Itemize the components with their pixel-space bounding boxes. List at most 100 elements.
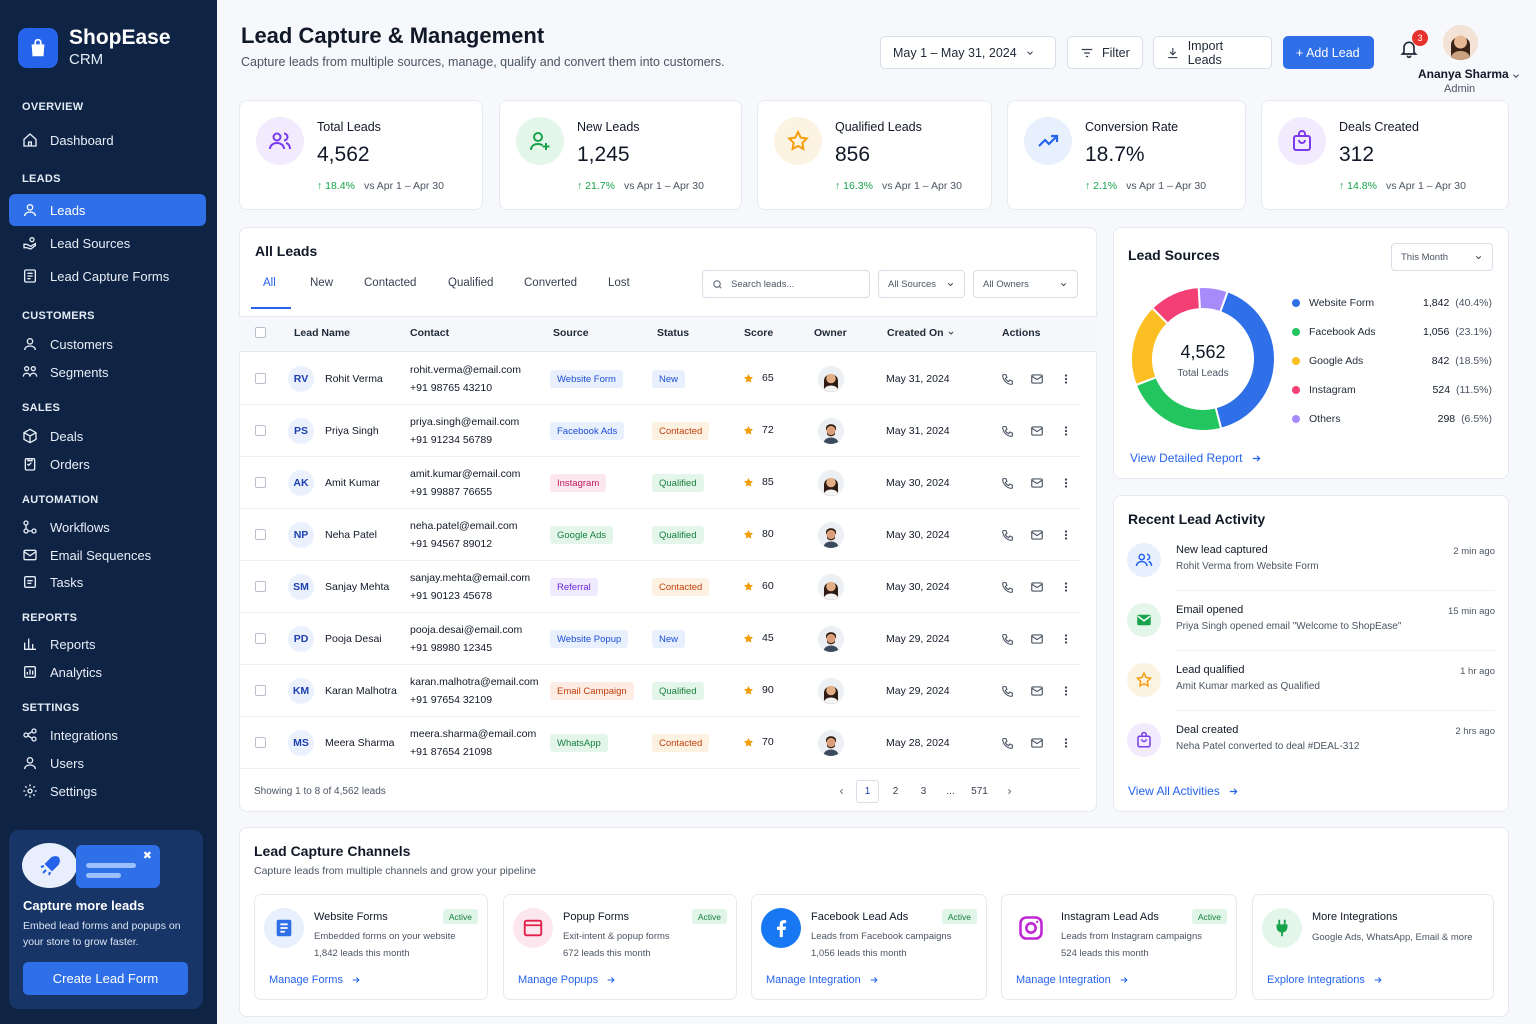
table-row[interactable]: KM Karan Malhotra karan.malhotra@email.c… [239,665,1080,717]
phone-icon[interactable] [1001,529,1014,542]
row-checkbox[interactable] [255,477,266,488]
col-score[interactable]: Score [744,327,773,339]
table-row[interactable]: RV Rohit Verma rohit.verma@email.com +91… [239,353,1080,405]
row-checkbox[interactable] [255,581,266,592]
channel-instagram-lead-ads[interactable]: Instagram Lead Ads Active Leads from Ins… [1001,894,1237,1000]
lead-email[interactable]: amit.kumar@email.com [410,468,520,480]
more-vertical-icon[interactable] [1060,425,1072,437]
lead-name[interactable]: Karan Malhotra [325,685,397,697]
lead-email[interactable]: karan.malhotra@email.com [410,676,539,688]
lead-name[interactable]: Neha Patel [325,529,377,541]
lead-email[interactable]: meera.sharma@email.com [410,728,536,740]
table-row[interactable]: AK Amit Kumar amit.kumar@email.com +91 9… [239,457,1080,509]
phone-icon[interactable] [1001,425,1014,438]
manage-facebook-integration-link[interactable]: Manage Integration [766,974,879,986]
view-all-activities-link[interactable]: View All Activities [1128,784,1239,798]
nav-item-orders[interactable]: Orders [9,448,206,480]
lead-name[interactable]: Sanjay Mehta [325,581,389,593]
row-checkbox[interactable] [255,373,266,384]
period-select[interactable]: This Month [1391,243,1493,271]
lead-name[interactable]: Priya Singh [325,425,379,437]
more-vertical-icon[interactable] [1060,581,1072,593]
mail-icon[interactable] [1030,632,1044,646]
col-status[interactable]: Status [657,327,689,339]
nav-item-analytics[interactable]: Analytics [9,656,206,688]
donut-slice-facebook-ads[interactable] [1134,375,1223,432]
col-created-on[interactable]: Created On [887,327,955,339]
more-vertical-icon[interactable] [1060,685,1072,697]
row-checkbox[interactable] [255,633,266,644]
phone-icon[interactable] [1001,685,1014,698]
activity-item[interactable]: Lead qualified Amit Kumar marked as Qual… [1114,663,1508,723]
legend-item[interactable]: Facebook Ads 1,056 (23.1%) [1292,326,1492,338]
avatar[interactable] [1443,25,1478,60]
nav-item-settings[interactable]: Settings [9,775,206,807]
sources-select[interactable]: All Sources [878,270,965,298]
mail-icon[interactable] [1030,476,1044,490]
more-vertical-icon[interactable] [1060,373,1072,385]
more-vertical-icon[interactable] [1060,737,1072,749]
manage-instagram-integration-link[interactable]: Manage Integration [1016,974,1129,986]
mail-icon[interactable] [1030,684,1044,698]
row-checkbox[interactable] [255,425,266,436]
user-name[interactable]: Ananya Sharma [1418,67,1509,81]
table-row[interactable]: SM Sanjay Mehta sanjay.mehta@email.com +… [239,561,1080,613]
channel-popup-forms[interactable]: Popup Forms Active Exit-intent & popup f… [503,894,737,1000]
import-leads-button[interactable]: Import Leads [1153,36,1272,69]
page-3-button[interactable]: 3 [912,780,935,803]
tab-qualified[interactable]: Qualified [448,277,493,289]
tab-new[interactable]: New [310,277,333,289]
owners-select[interactable]: All Owners [973,270,1078,298]
col-contact[interactable]: Contact [410,327,449,339]
chevron-down-icon[interactable] [1511,71,1521,81]
more-vertical-icon[interactable] [1060,633,1072,645]
prev-page-button[interactable] [830,780,853,803]
nav-item-segments[interactable]: Segments [9,356,206,388]
activity-item[interactable]: Deal created Neha Patel converted to dea… [1114,723,1508,783]
phone-icon[interactable] [1001,581,1014,594]
nav-item-lead-sources[interactable]: Lead Sources [9,227,206,259]
lead-email[interactable]: sanjay.mehta@email.com [410,572,530,584]
manage-popups-link[interactable]: Manage Popups [518,974,616,986]
more-vertical-icon[interactable] [1060,529,1072,541]
date-range-picker[interactable]: May 1 – May 31, 2024 [880,36,1056,69]
phone-icon[interactable] [1001,373,1014,386]
stat-card-deals-created[interactable]: Deals Created 312 ↑ 14.8% vs Apr 1 – Apr … [1261,100,1509,210]
mail-icon[interactable] [1030,372,1044,386]
channel-website-forms[interactable]: Website Forms Active Embedded forms on y… [254,894,488,1000]
lead-name[interactable]: Amit Kumar [325,477,380,489]
activity-item[interactable]: Email opened Priya Singh opened email "W… [1114,603,1508,663]
mail-icon[interactable] [1030,580,1044,594]
phone-icon[interactable] [1001,477,1014,490]
brand[interactable]: ShopEase CRM [18,26,171,70]
stat-card-conversion-rate[interactable]: Conversion Rate 18.7% ↑ 2.1% vs Apr 1 – A… [1007,100,1246,210]
activity-item[interactable]: New lead captured Rohit Verma from Websi… [1114,543,1508,603]
row-checkbox[interactable] [255,737,266,748]
lead-email[interactable]: neha.patel@email.com [410,520,518,532]
tab-converted[interactable]: Converted [524,277,577,289]
create-lead-form-button[interactable]: Create Lead Form [23,962,188,995]
lead-name[interactable]: Rohit Verma [325,373,383,385]
tab-lost[interactable]: Lost [608,277,630,289]
stat-card-new-leads[interactable]: New Leads 1,245 ↑ 21.7% vs Apr 1 – Apr 30 [499,100,742,210]
view-detailed-report-link[interactable]: View Detailed Report [1130,451,1262,465]
channel-more-integrations[interactable]: More Integrations Google Ads, WhatsApp, … [1252,894,1494,1000]
phone-icon[interactable] [1001,633,1014,646]
nav-item-tasks[interactable]: Tasks [9,566,206,598]
phone-icon[interactable] [1001,737,1014,750]
page-2-button[interactable]: 2 [884,780,907,803]
explore-integrations-link[interactable]: Explore Integrations [1267,974,1383,986]
col-owner[interactable]: Owner [814,327,847,339]
nav-item-leads[interactable]: Leads [9,194,206,226]
page-1-button[interactable]: 1 [856,780,879,803]
channel-facebook-lead-ads[interactable]: Facebook Lead Ads Active Leads from Face… [751,894,987,1000]
stat-card-total-leads[interactable]: Total Leads 4,562 ↑ 18.4% vs Apr 1 – Apr … [239,100,483,210]
lead-email[interactable]: pooja.desai@email.com [410,624,522,636]
filter-button[interactable]: Filter [1067,36,1143,69]
page-571-button[interactable]: 571 [968,780,991,803]
select-all-checkbox[interactable] [255,327,266,338]
col-source[interactable]: Source [553,327,589,339]
lead-name[interactable]: Meera Sharma [325,737,394,749]
nav-item-lead-capture-forms[interactable]: Lead Capture Forms [9,260,206,292]
nav-item-dashboard[interactable]: Dashboard [9,124,206,156]
